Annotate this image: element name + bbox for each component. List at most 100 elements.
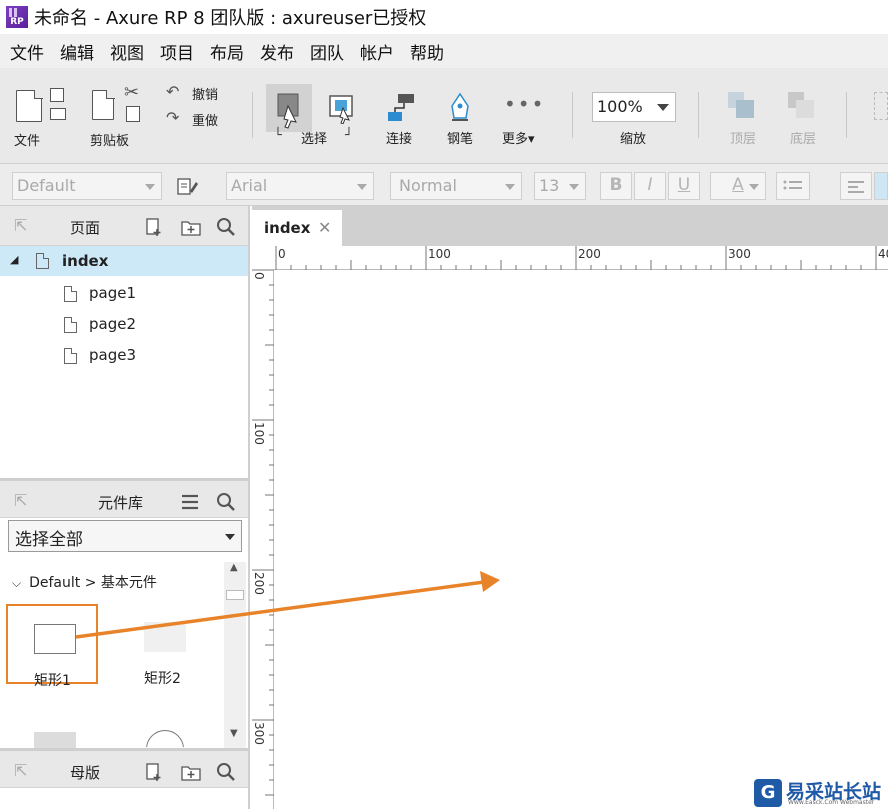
format-painter-icon [177,178,198,195]
chevron-down-icon [505,184,515,190]
format-bar: Default Arial Normal 13 B I U A [0,164,888,206]
style-edit-button[interactable] [176,177,200,201]
redo-button[interactable]: 重做 [192,110,218,129]
title-bar: RP 未命名 - Axure RP 8 团队版 : axureuser已授权 [0,0,888,34]
add-master-icon[interactable] [144,762,164,782]
scroll-down-icon[interactable]: ▼ [230,728,238,739]
main-toolbar: 文件 ✂ 剪贴板 ↶ 撤销 ↷ 重做 └ 选择 ┘ 连接 钢笔 ••• 更多▾ … [0,68,888,164]
chevron-down-icon: ⌵ [12,576,22,590]
tree-row-page2[interactable]: page2 [0,309,248,339]
send-back-icon [788,92,814,118]
cut-icon: ✂ [124,82,140,103]
menu-edit[interactable]: 编辑 [54,39,100,64]
zoom-select[interactable]: 100% [592,92,676,122]
collapse-arrow-icon[interactable]: ⇱ [14,491,27,510]
paste-icon [92,89,115,120]
left-panel: ⇱ 页面 ◢ index page1 page2 page3 ⇱ 元件库 选择全… [0,206,250,809]
copy-icon [126,106,140,122]
library-select[interactable]: 选择全部 [8,520,242,552]
tree-row-page3[interactable]: page3 [0,340,248,370]
add-page-icon[interactable] [144,217,164,237]
horizontal-ruler: 0 100 200 300 40 [252,246,888,270]
widget-rectangle2[interactable]: 矩形2 [118,604,210,687]
page-icon [36,252,50,269]
menu-file[interactable]: 文件 [4,39,50,64]
font-size-select[interactable]: 13 [534,172,586,200]
menu-lines-icon[interactable] [180,492,200,512]
search-icon[interactable] [216,492,236,512]
watermark-logo-icon: G [754,779,782,807]
vertical-ruler: 0 100 200 300 [252,270,274,809]
style-value: Default [17,176,76,195]
search-icon[interactable] [216,217,236,237]
scroll-up-icon[interactable]: ▲ [230,562,238,573]
menu-publish[interactable]: 发布 [254,39,300,64]
font-select[interactable]: Arial [226,172,374,200]
chevron-down-icon [225,534,235,540]
window-title: 未命名 - Axure RP 8 团队版 : axureuser已授权 [34,8,427,29]
select-contain-icon [329,95,353,125]
style-select[interactable]: Default [12,172,162,200]
close-icon[interactable]: ✕ [318,218,331,237]
file-button[interactable] [14,88,74,128]
menu-account[interactable]: 帐户 [354,39,400,64]
bring-front-button[interactable] [726,90,758,126]
rectangle-widget-icon [144,622,186,652]
add-folder-icon[interactable] [180,762,202,782]
ruler-label: 100 [252,422,266,445]
menu-team[interactable]: 团队 [304,39,350,64]
zoom-value: 100% [597,97,643,116]
library-group-header[interactable]: ⌵ Default > 基本元件 [12,572,157,592]
design-canvas[interactable] [275,271,888,809]
tab-index[interactable]: index ✕ [252,210,342,246]
search-icon[interactable] [216,762,236,782]
library-select-value: 选择全部 [15,530,83,550]
widget-rectangle1[interactable]: 矩形1 [6,604,98,689]
tree-row-index[interactable]: ◢ index [0,246,248,276]
align-left-button[interactable] [840,172,872,200]
menu-layout[interactable]: 布局 [204,39,250,64]
more-dots-icon[interactable]: ••• [504,92,545,116]
library-panel-header: ⇱ 元件库 [0,478,248,518]
library-group-label: Default > 基本元件 [29,575,157,591]
undo-button[interactable]: 撤销 [192,84,218,103]
add-folder-icon[interactable] [180,217,202,237]
select-contain-button[interactable] [326,92,358,128]
ruler-label: 100 [428,247,451,261]
file-label: 文件 [14,134,41,149]
pen-button[interactable] [446,90,476,128]
widget-label: 矩形2 [144,671,181,687]
bold-button[interactable]: B [600,172,632,200]
rectangle-widget-icon [34,624,76,654]
widget-label: 矩形1 [34,673,71,689]
align-left-icon [848,181,864,193]
connect-button[interactable] [386,90,418,128]
align-center-button[interactable] [874,172,888,200]
collapse-arrow-icon[interactable]: ⇱ [14,216,27,235]
tree-row-page1[interactable]: page1 [0,278,248,308]
select-intersect-button[interactable] [266,84,312,132]
collapse-arrow-icon[interactable]: ⇱ [14,761,27,780]
ruler-label: 40 [878,247,888,261]
menu-help[interactable]: 帮助 [404,39,450,64]
more-button[interactable]: 更多▾ [502,128,535,147]
scrollbar-thumb[interactable] [226,590,244,600]
bullet-list-button[interactable] [776,172,810,200]
menu-project[interactable]: 项目 [154,39,200,64]
zoom-label: 缩放 [620,132,647,147]
ruler-ticks [275,246,877,270]
underline-button[interactable]: U [668,172,700,200]
menu-view[interactable]: 视图 [104,39,150,64]
save-icon [50,88,64,102]
italic-button[interactable]: I [634,172,666,200]
group-icon[interactable] [874,92,888,120]
font-weight-select[interactable]: Normal [390,172,522,200]
font-color-icon: A [732,175,744,195]
font-color-button[interactable]: A [710,172,766,200]
expand-triangle-icon[interactable]: ◢ [10,253,18,266]
document-tabs: index ✕ [252,206,888,246]
clipboard-label: 剪贴板 [90,134,130,149]
clipboard-button[interactable]: ✂ [90,82,150,128]
send-back-button[interactable] [786,90,818,126]
library-scrollbar[interactable]: ▲ ▼ [224,562,246,748]
